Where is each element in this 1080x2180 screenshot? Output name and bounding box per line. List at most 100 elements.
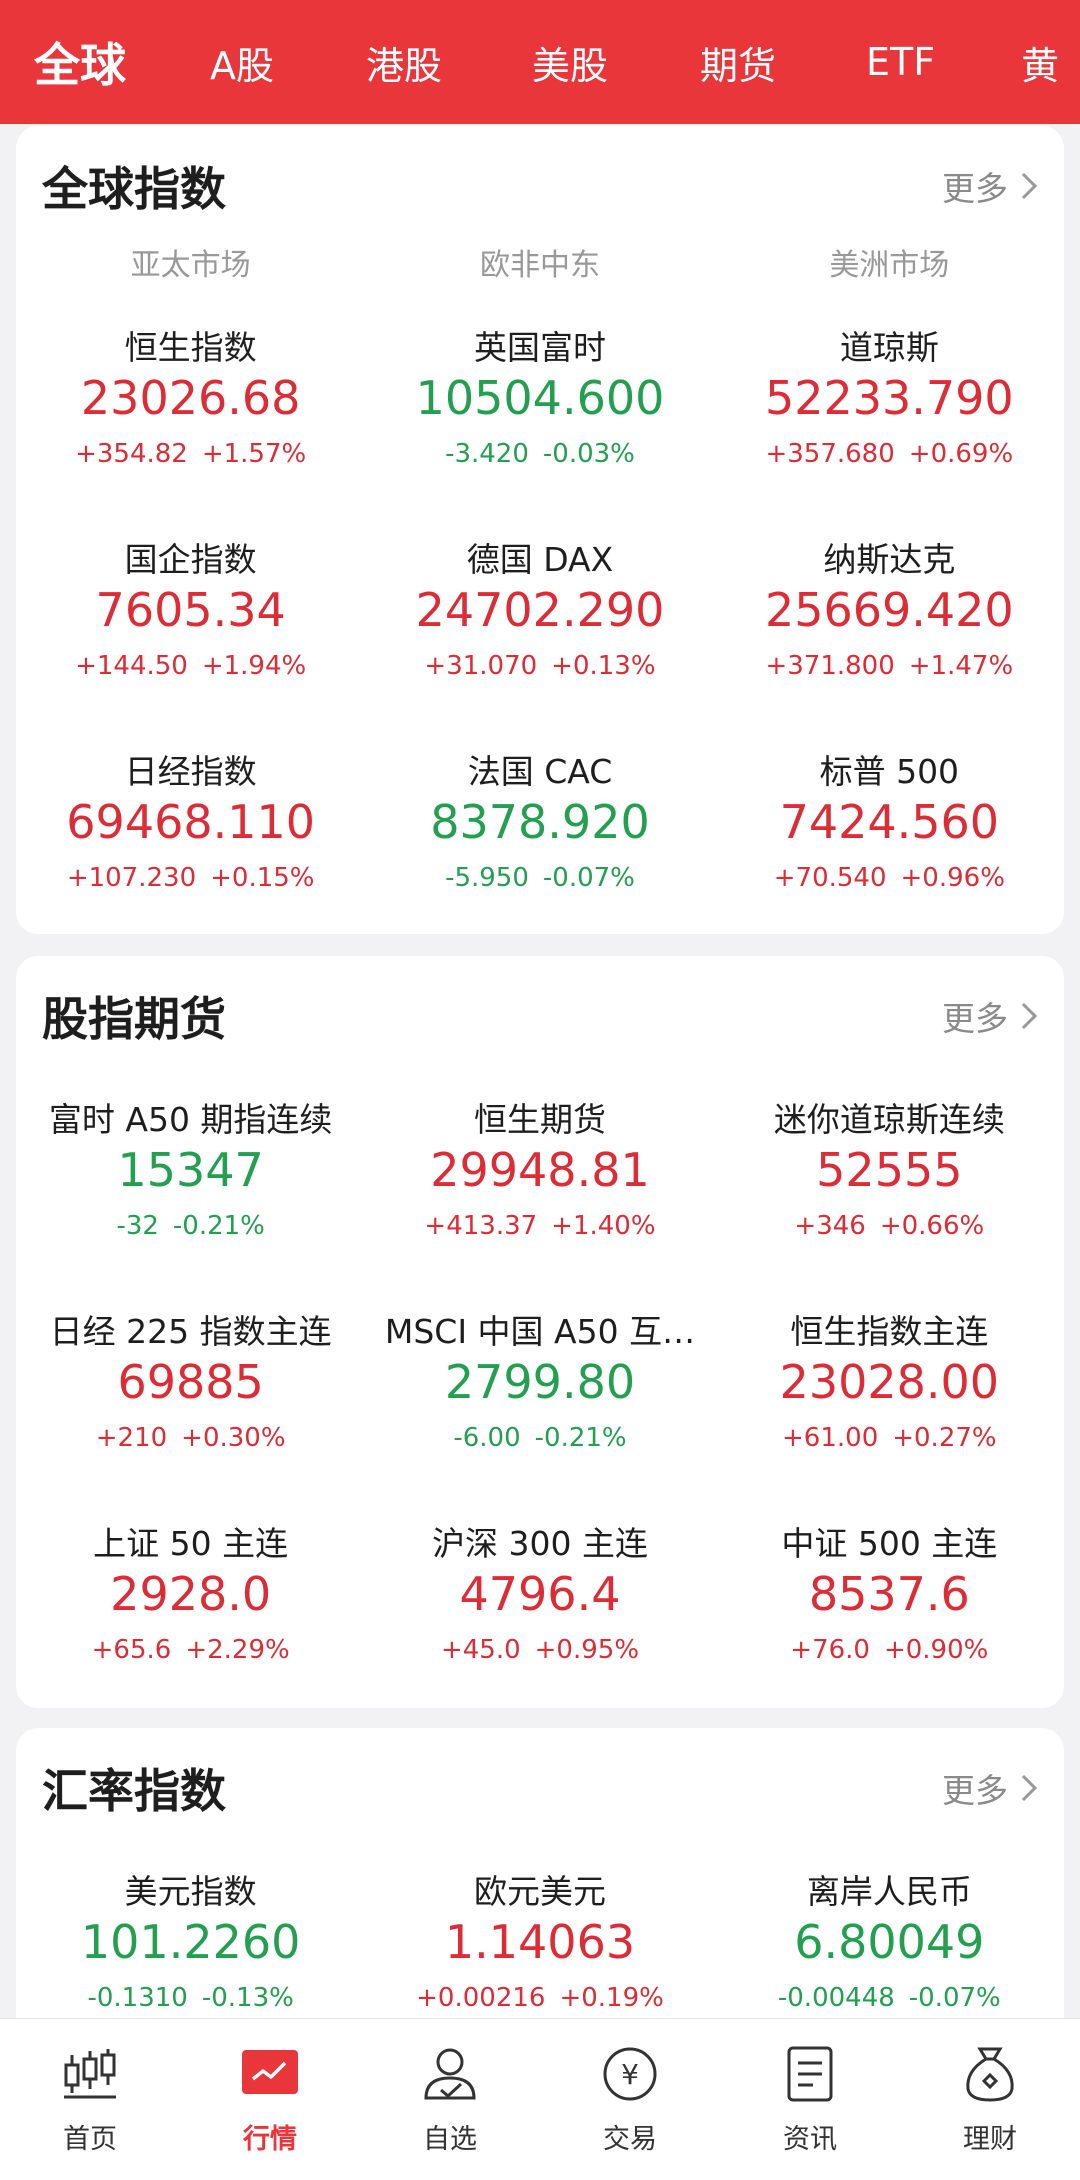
quote-change-percent: -0.21%: [534, 1423, 627, 1453]
nav-news[interactable]: 资讯: [720, 2019, 900, 2180]
quote-price: 10504.600: [415, 371, 665, 425]
global-indices-header: 全球指数 更多: [42, 146, 1038, 226]
quote-price: 4796.4: [459, 1567, 621, 1621]
quote-cell[interactable]: 富时 A50 期指连续 15347 -32 -0.21%: [16, 1093, 365, 1305]
quote-cell[interactable]: 恒生期货 29948.81 +413.37 +1.40%: [365, 1093, 714, 1305]
quote-name: 欧元美元: [473, 1872, 606, 1911]
quote-price: 7605.34: [95, 583, 286, 637]
quote-price: 23028.00: [779, 1355, 1000, 1409]
quote-cell[interactable]: 纳斯达克 25669.420 +371.800 +1.47%: [715, 533, 1064, 745]
quote-change: +357.680: [765, 439, 895, 469]
quote-change-row: +0.00216 +0.19%: [365, 1983, 714, 2013]
quote-change: +76.0: [790, 1635, 870, 1665]
section-title: 全球指数: [42, 162, 226, 216]
quote-cell[interactable]: 迷你道琼斯连续 52555 +346 +0.66%: [715, 1093, 1064, 1305]
nav-label: 理财: [963, 2124, 1017, 2155]
quote-cell[interactable]: 日经指数 69468.110 +107.230 +0.15%: [16, 745, 365, 957]
quote-change: +70.540: [773, 863, 887, 893]
quote-cell[interactable]: 恒生指数主连 23028.00 +61.00 +0.27%: [715, 1305, 1064, 1517]
quote-cell[interactable]: 恒生指数 23026.68 +354.82 +1.57%: [16, 321, 365, 533]
quote-change: +354.82: [75, 439, 188, 469]
quote-cell[interactable]: 英国富时 10504.600 -3.420 -0.03%: [365, 321, 714, 533]
quote-change: +210: [95, 1423, 168, 1453]
quote-price: 23026.68: [80, 371, 301, 425]
tab-etf[interactable]: ETF: [866, 40, 935, 84]
quote-change: +45.0: [440, 1635, 521, 1665]
section-title: 汇率指数: [42, 1764, 226, 1818]
quote-change: +413.37: [424, 1211, 538, 1241]
quote-change: +144.50: [75, 651, 188, 681]
quote-cell[interactable]: 法国 CAC 8378.920 -5.950 -0.07%: [365, 745, 714, 957]
quote-change-row: +346 +0.66%: [715, 1211, 1064, 1241]
more-link[interactable]: 更多: [942, 992, 1038, 1040]
quote-price: 24702.290: [415, 583, 665, 637]
quote-cell[interactable]: 沪深 300 主连 4796.4 +45.0 +0.95%: [365, 1517, 714, 1729]
quote-change-row: +371.800 +1.47%: [715, 651, 1064, 681]
quote-change: +31.070: [424, 651, 538, 681]
quote-change-percent: +0.66%: [879, 1211, 985, 1241]
quote-change-row: +31.070 +0.13%: [365, 651, 714, 681]
quote-cell[interactable]: 上证 50 主连 2928.0 +65.6 +2.29%: [16, 1517, 365, 1729]
fx-indices-header: 汇率指数 更多: [42, 1748, 1038, 1828]
quote-change: -0.00448: [777, 1983, 895, 2013]
nav-label: 行情: [243, 2124, 297, 2155]
quote-name: 富时 A50 期指连续: [48, 1100, 333, 1139]
quote-change-percent: +0.13%: [551, 651, 656, 681]
quote-cell[interactable]: 道琼斯 52233.790 +357.680 +0.69%: [715, 321, 1064, 533]
quote-change-row: +107.230 +0.15%: [16, 863, 365, 893]
tab-a-shares[interactable]: A股: [210, 35, 274, 90]
money-bag-icon: [957, 2041, 1023, 2107]
more-label: 更多: [942, 999, 1008, 1038]
quote-price: 8378.920: [430, 795, 650, 849]
section-title: 股指期货: [42, 992, 226, 1046]
quote-price: 2928.0: [110, 1567, 272, 1621]
quote-cell[interactable]: 日经 225 指数主连 69885 +210 +0.30%: [16, 1305, 365, 1517]
nav-label: 自选: [423, 2124, 477, 2155]
quote-price: 8537.6: [808, 1567, 970, 1621]
nav-trade[interactable]: ¥ 交易: [540, 2019, 720, 2180]
quote-cell[interactable]: 德国 DAX 24702.290 +31.070 +0.13%: [365, 533, 714, 745]
nav-home[interactable]: 首页: [0, 2019, 180, 2180]
quote-change-percent: -0.07%: [908, 1983, 1001, 2013]
tab-global[interactable]: 全球: [34, 29, 126, 95]
quote-change-percent: +0.19%: [559, 1983, 664, 2013]
index-futures-card: 股指期货 更多 富时 A50 期指连续 15347 -32 -0.21% 恒生期货 299…: [16, 956, 1064, 1708]
quote-name: 标普 500: [819, 752, 960, 791]
nav-watchlist[interactable]: 自选: [360, 2019, 540, 2180]
news-document-icon: [777, 2041, 843, 2107]
tab-us-stocks[interactable]: 美股: [532, 35, 608, 90]
quote-cell[interactable]: 标普 500 7424.560 +70.540 +0.96%: [715, 745, 1064, 957]
tab-futures[interactable]: 期货: [700, 35, 776, 90]
tab-gold[interactable]: 黄: [1021, 35, 1059, 90]
quote-cell[interactable]: MSCI 中国 A50 互… 2799.80 -6.00 -0.21%: [365, 1305, 714, 1517]
quote-change-row: +65.6 +2.29%: [16, 1635, 365, 1665]
quote-name: 恒生指数: [124, 328, 257, 367]
global-indices-grid: 恒生指数 23026.68 +354.82 +1.57% 英国富时 10504.600 -3…: [16, 321, 1064, 957]
quote-price: 7424.560: [779, 795, 1000, 849]
quote-change-percent: +1.94%: [201, 651, 307, 681]
quote-change-percent: +2.29%: [185, 1635, 290, 1665]
quote-name: 迷你道琼斯连续: [773, 1100, 1005, 1139]
quote-change-percent: +1.40%: [551, 1211, 656, 1241]
quote-cell[interactable]: 国企指数 7605.34 +144.50 +1.94%: [16, 533, 365, 745]
tab-hk-stocks[interactable]: 港股: [366, 35, 442, 90]
nav-wealth[interactable]: 理财: [900, 2019, 1080, 2180]
more-link[interactable]: 更多: [942, 1764, 1038, 1812]
quote-change: -32: [116, 1211, 159, 1241]
more-link[interactable]: 更多: [942, 162, 1038, 210]
quote-change: +0.00216: [416, 1983, 546, 2013]
quote-name: 上证 50 主连: [93, 1524, 289, 1563]
quote-cell[interactable]: 中证 500 主连 8537.6 +76.0 +0.90%: [715, 1517, 1064, 1729]
quote-price: 69468.110: [66, 795, 316, 849]
quote-change-percent: +0.96%: [900, 863, 1005, 893]
index-futures-grid: 富时 A50 期指连续 15347 -32 -0.21% 恒生期货 29948.81 +41…: [16, 1093, 1064, 1729]
quote-change: +346: [794, 1211, 866, 1241]
quote-name: 日经指数: [124, 752, 257, 791]
quote-change-percent: +0.69%: [908, 439, 1014, 469]
quote-name: 纳斯达克: [823, 540, 956, 579]
top-tab-bar: 全球 A股 港股 美股 期货 ETF 黄: [0, 0, 1080, 124]
nav-market[interactable]: 行情: [180, 2019, 360, 2180]
chevron-right-icon: [1021, 1774, 1038, 1802]
quote-change-percent: +1.57%: [201, 439, 307, 469]
quote-change-row: +144.50 +1.94%: [16, 651, 365, 681]
